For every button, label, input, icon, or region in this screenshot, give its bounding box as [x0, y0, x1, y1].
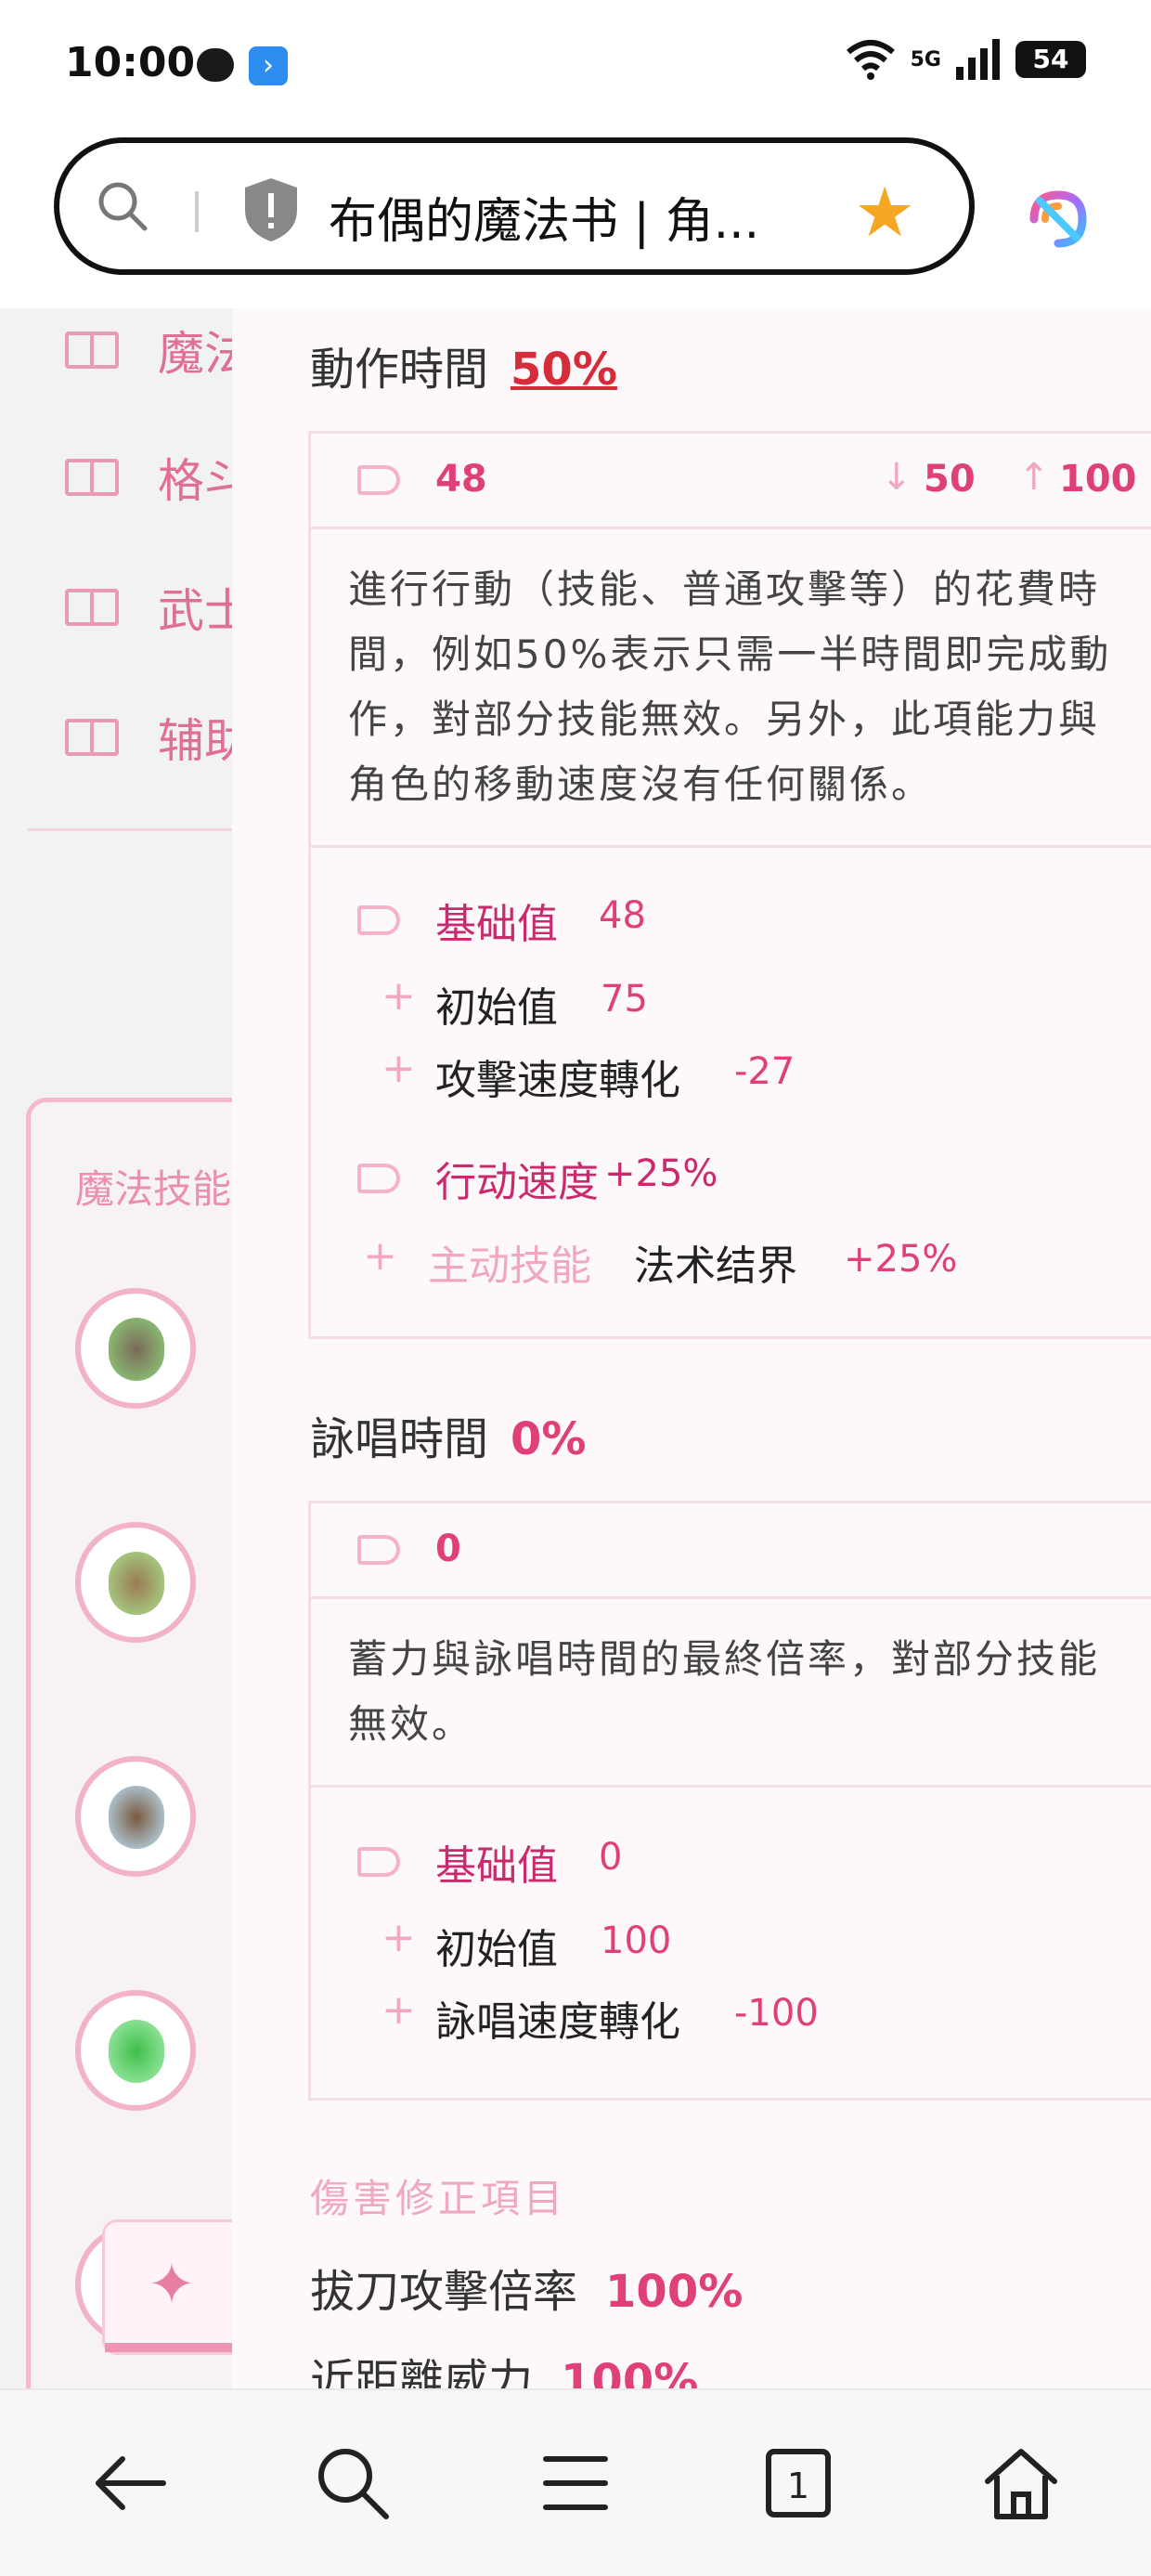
- initial-value-label: 初始值: [435, 1926, 558, 1973]
- home-icon[interactable]: [980, 2442, 1062, 2524]
- status-indicators: 5G 54: [846, 39, 1086, 80]
- tag-icon: [357, 905, 400, 935]
- action-time-description: 進行行動（技能、普通攻擊等）的花費時間，例如50%表示只需一半時間即完成動作，對…: [311, 529, 1151, 848]
- sidebar-item-fighting[interactable]: 格斗: [65, 449, 251, 508]
- bookmark-star-icon[interactable]: ★: [854, 178, 915, 247]
- skill-icon[interactable]: [75, 1288, 196, 1409]
- tabs-icon[interactable]: 1: [757, 2442, 839, 2524]
- skill-icon[interactable]: [75, 1990, 196, 2111]
- action-time-min: 50: [924, 458, 976, 501]
- active-skill-label: 主动技能: [428, 1242, 591, 1290]
- cast-speed-conversion-label: 詠唱速度轉化: [435, 1998, 680, 2046]
- action-time-value-row: 48 ↓ 50 ↑ 100: [311, 434, 1151, 529]
- damage-mod-value: 100%: [561, 2355, 699, 2388]
- action-time-value: 48: [435, 458, 487, 501]
- action-time-label: 動作時間: [310, 344, 489, 396]
- sparkle-icon: ✦: [148, 2250, 196, 2318]
- status-time: 10:00: [65, 39, 196, 86]
- damage-mod-row: 拔刀攻擊倍率 100%: [310, 2255, 743, 2320]
- url-divider: [195, 191, 199, 232]
- action-speed-label: 行动速度: [435, 1159, 599, 1206]
- cast-time-card: 0 蓄力與詠唱時間的最終倍率，對部分技能無效。 基础值 0 + 初始值 100 …: [308, 1501, 1151, 2101]
- plus-icon: +: [382, 1045, 416, 1092]
- skill-icon[interactable]: [75, 1522, 196, 1643]
- plus-icon: +: [382, 972, 416, 1020]
- action-time-percent[interactable]: 50%: [511, 344, 617, 396]
- attack-speed-conversion-label: 攻擊速度轉化: [435, 1057, 680, 1104]
- arrow-up-icon: ↑: [1018, 456, 1050, 499]
- plus-icon: +: [363, 1232, 397, 1280]
- battery-indicator: 54: [1015, 41, 1086, 78]
- plus-icon: +: [382, 1986, 416, 2034]
- cast-time-title: 詠唱時間 0%: [310, 1402, 587, 1467]
- url-field[interactable]: 布偶的魔法书 | 角... ★: [54, 137, 975, 275]
- attack-speed-conversion-value: -27: [734, 1050, 795, 1093]
- fab-underline: [105, 2343, 244, 2352]
- app-logo-icon[interactable]: [1021, 182, 1095, 256]
- floating-action-button[interactable]: ✦: [102, 2219, 247, 2355]
- cast-speed-conversion-value: -100: [734, 1992, 819, 2035]
- back-arrow-icon[interactable]: [89, 2442, 171, 2524]
- book-icon: [65, 332, 119, 369]
- action-time-max: 100: [1059, 458, 1137, 501]
- active-skill-name[interactable]: 法术结界: [634, 1232, 797, 1292]
- tag-icon: [357, 465, 400, 495]
- svg-text:1: 1: [787, 2465, 809, 2506]
- sidebar-item-samurai[interactable]: 武士: [65, 579, 251, 638]
- initial-value: 75: [601, 978, 648, 1021]
- book-icon: [65, 589, 119, 626]
- sidebar-item-magic[interactable]: 魔法: [65, 322, 251, 381]
- sidebar-divider: [28, 828, 232, 831]
- cast-time-label: 詠唱時間: [310, 1413, 489, 1465]
- cast-time-value-row: 0: [311, 1503, 1151, 1599]
- base-value: 0: [599, 1836, 623, 1879]
- cast-time-percent[interactable]: 0%: [511, 1413, 587, 1465]
- action-speed-value: +25%: [604, 1152, 718, 1195]
- stat-detail-panel: 動作時間 50% 48 ↓ 50 ↑ 100 進行行動（技能、普通攻擊等）的花費時…: [232, 308, 1151, 2388]
- plus-icon: +: [382, 1914, 416, 1961]
- action-time-breakdown: 基础值 48 + 初始值 75 + 攻擊速度轉化 -27 行动速度 +25% +…: [311, 848, 1151, 1336]
- skill-panel-title: 魔法技能: [75, 1166, 232, 1212]
- skill-icon[interactable]: [75, 1756, 196, 1877]
- base-value-label: 基础值: [435, 901, 558, 948]
- damage-mod-label: 拔刀攻擊倍率: [310, 2266, 578, 2318]
- menu-icon[interactable]: [535, 2442, 616, 2524]
- browser-bottom-nav: 1: [0, 2388, 1151, 2576]
- active-skill-value: +25%: [844, 1238, 958, 1281]
- wechat-icon: [197, 48, 234, 82]
- cast-time-description: 蓄力與詠唱時間的最終倍率，對部分技能無效。: [311, 1599, 1151, 1788]
- damage-mod-row: 近距離威力 100%: [310, 2344, 698, 2388]
- initial-value: 100: [601, 1919, 672, 1962]
- search-icon[interactable]: [312, 2442, 394, 2524]
- status-bar: 10:00 › 5G 54: [0, 0, 1151, 130]
- base-value: 48: [599, 894, 646, 937]
- network-type: 5G: [910, 47, 941, 72]
- sidebar-item-support[interactable]: 辅助: [65, 709, 251, 768]
- damage-mod-heading: 傷害修正項目: [310, 2176, 567, 2221]
- damage-mod-label: 近距離威力: [310, 2355, 534, 2388]
- wifi-icon: [846, 40, 895, 80]
- action-time-title: 動作時間 50%: [310, 332, 617, 397]
- base-value-label: 基础值: [435, 1842, 558, 1890]
- shield-icon[interactable]: [241, 176, 301, 243]
- page-title[interactable]: 布偶的魔法书 | 角...: [329, 182, 759, 252]
- tag-icon: [357, 1164, 400, 1193]
- initial-value-label: 初始值: [435, 984, 558, 1032]
- cast-time-value: 0: [435, 1528, 461, 1570]
- action-time-card: 48 ↓ 50 ↑ 100 進行行動（技能、普通攻擊等）的花費時間，例如50%表…: [308, 431, 1151, 1339]
- arrow-down-icon: ↓: [881, 456, 912, 499]
- book-icon: [65, 459, 119, 496]
- search-icon[interactable]: [97, 180, 149, 232]
- tag-icon: [357, 1535, 400, 1565]
- book-icon: [65, 719, 119, 756]
- tag-icon: [357, 1847, 400, 1877]
- signal-icon: [956, 39, 1000, 80]
- cast-time-breakdown: 基础值 0 + 初始值 100 + 詠唱速度轉化 -100: [311, 1788, 1151, 2098]
- app-notification-icon: ›: [249, 46, 288, 85]
- damage-mod-value: 100%: [605, 2266, 744, 2318]
- browser-address-bar: 布偶的魔法书 | 角... ★: [0, 130, 1151, 308]
